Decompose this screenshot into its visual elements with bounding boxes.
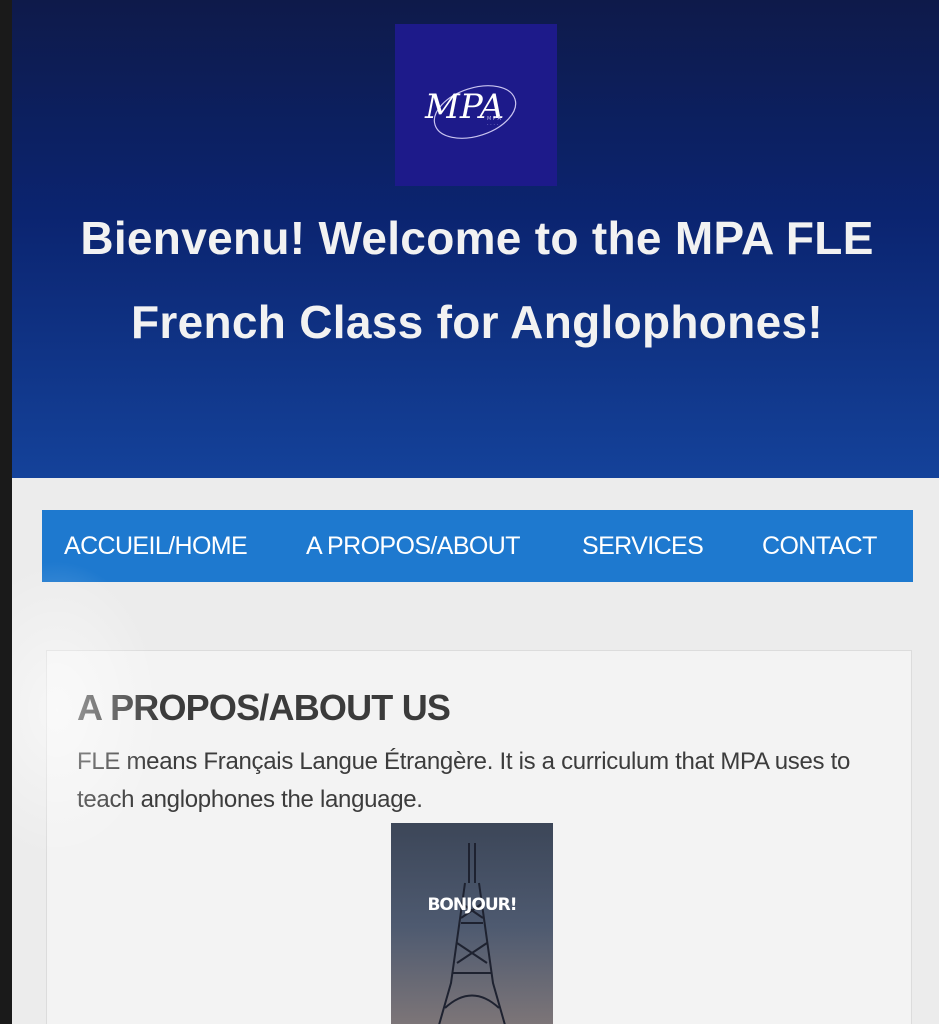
bonjour-poster-image: BONJOUR! [391,823,553,1024]
section-text: FLE means Français Langue Étrangère. It … [77,748,850,813]
browser-viewport: MPA M P A · · · · Bienvenu! Welcome to t… [12,0,939,1024]
hero-title: Bienvenu! Welcome to the MPA FLE French … [80,212,874,348]
about-section: A PROPOS/ABOUT US FLE means Français Lan… [46,650,912,1024]
main-nav: ACCUEIL/HOME A PROPOS/ABOUT SERVICES CON… [42,510,913,582]
nav-item-contact[interactable]: CONTACT [762,532,877,561]
site-header: MPA M P A · · · · Bienvenu! Welcome to t… [12,0,939,478]
mpa-logo-graphic: MPA M P A · · · · [424,85,517,139]
nav-item-home[interactable]: ACCUEIL/HOME [64,532,248,561]
poster-text: BONJOUR! [427,895,517,915]
section-title: A PROPOS/ABOUT US [77,687,451,728]
nav-item-services[interactable]: SERVICES [582,532,704,561]
svg-text:· · · ·: · · · · [487,122,499,128]
mpa-logo[interactable]: MPA M P A · · · · [395,24,557,186]
eiffel-tower-icon [438,843,506,1024]
nav-item-about[interactable]: A PROPOS/ABOUT [306,532,520,561]
